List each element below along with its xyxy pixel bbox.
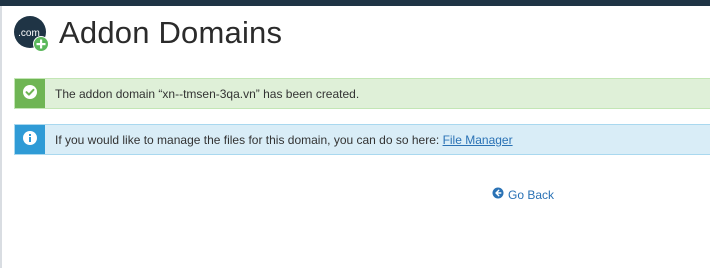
page-title: Addon Domains <box>59 15 283 50</box>
left-divider <box>0 6 2 268</box>
info-alert-sidebar <box>15 125 45 154</box>
info-alert: If you would like to manage the files fo… <box>14 124 710 155</box>
success-alert-sidebar <box>15 79 45 108</box>
info-message-text: If you would like to manage the files fo… <box>55 132 443 147</box>
info-circle-icon <box>22 130 38 149</box>
success-alert: The addon domain “xn--tmsen-3qa.vn” has … <box>14 78 710 109</box>
info-message: If you would like to manage the files fo… <box>45 133 513 147</box>
success-message: The addon domain “xn--tmsen-3qa.vn” has … <box>55 86 360 101</box>
file-manager-link[interactable]: File Manager <box>443 133 513 147</box>
go-back-label: Go Back <box>508 187 555 202</box>
addon-domain-icon: .com <box>14 16 50 52</box>
go-back-link[interactable]: Go Back <box>492 187 554 202</box>
arrow-circle-left-icon <box>492 187 504 202</box>
check-circle-icon <box>22 84 38 103</box>
